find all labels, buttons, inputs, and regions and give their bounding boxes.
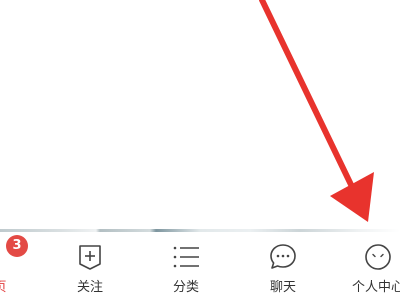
menu-list-icon (173, 246, 199, 268)
bottom-tab-bar: 3 页 关注 分类 (0, 232, 400, 300)
tab-categories-label: 分类 (172, 280, 199, 295)
tab-profile-label: 个人中心 (351, 280, 400, 295)
tab-chat-label: 聊天 (269, 280, 296, 295)
tab-profile[interactable]: 个人中心 (338, 232, 400, 300)
notification-badge: 3 (6, 235, 28, 257)
chat-bubble-icon (270, 244, 296, 269)
tab-home[interactable]: 3 页 (0, 232, 40, 300)
tab-home-label: 页 (0, 276, 40, 295)
tab-categories[interactable]: 分类 (146, 232, 226, 300)
tab-follow-label: 关注 (76, 280, 103, 295)
tab-chat[interactable]: 聊天 (243, 232, 323, 300)
follow-icon (79, 245, 101, 270)
profile-face-icon (365, 244, 391, 270)
tab-follow[interactable]: 关注 (50, 232, 130, 300)
app-screen: 3 页 关注 分类 (0, 0, 400, 300)
